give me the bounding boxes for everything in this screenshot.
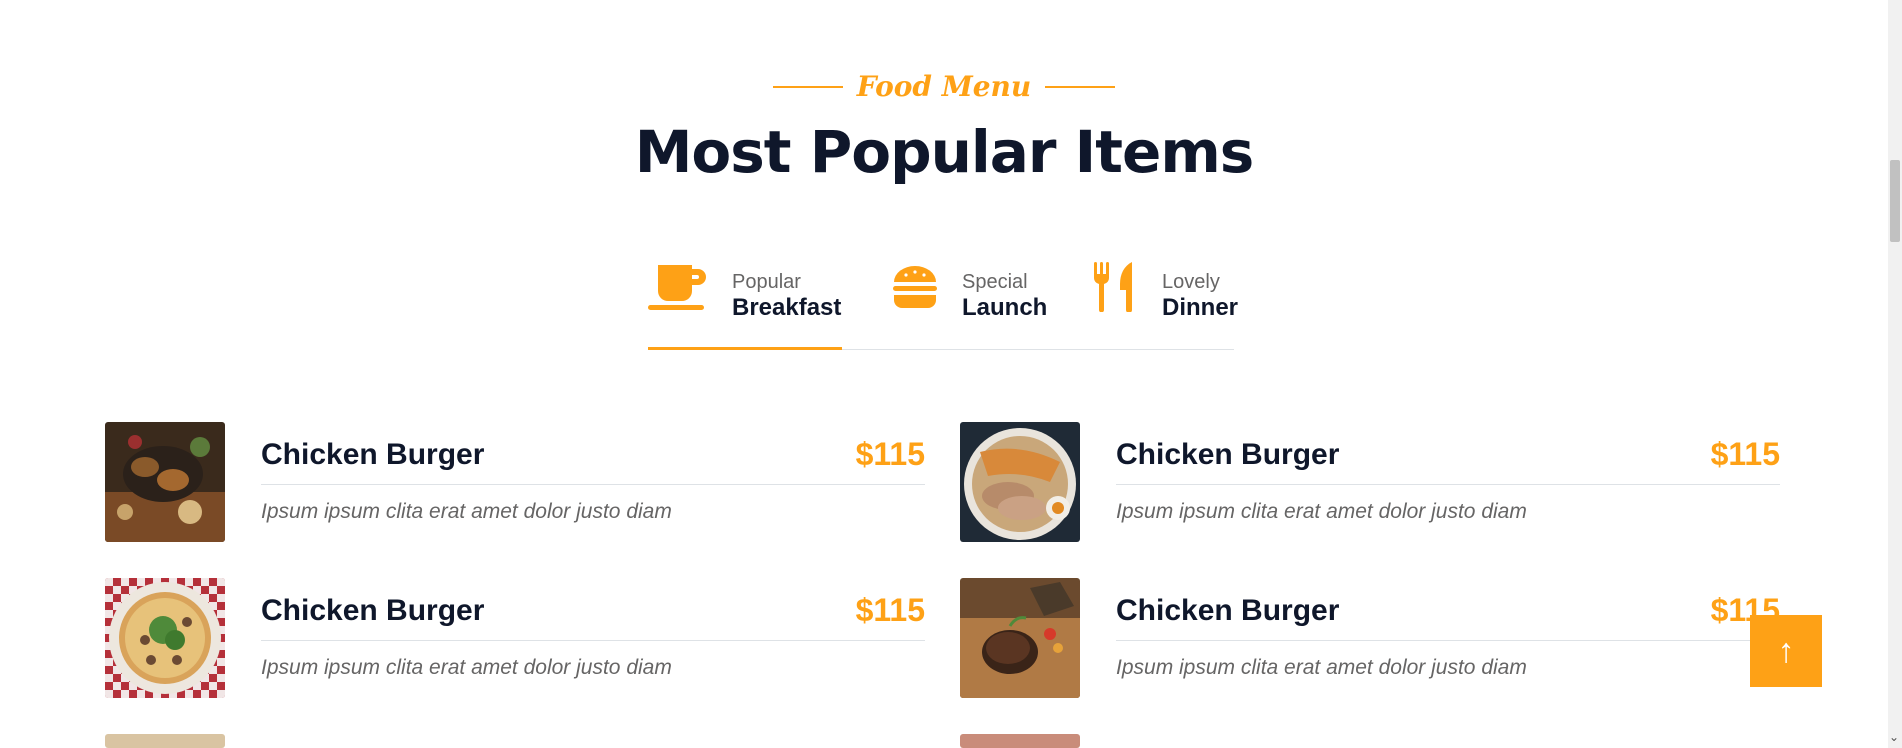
item-price: $115 bbox=[855, 436, 925, 472]
food-image-partial bbox=[960, 734, 1080, 748]
section-eyebrow: Food Menu bbox=[0, 70, 1888, 103]
coffee-icon bbox=[648, 262, 708, 312]
menu-item[interactable]: Chicken Burger $115 Ipsum ipsum clita er… bbox=[960, 578, 1780, 698]
tab-big-label: Dinner bbox=[1162, 294, 1239, 321]
menu-item[interactable]: Chicken Burger $115 Ipsum ipsum clita er… bbox=[960, 422, 1780, 542]
food-image bbox=[105, 578, 225, 698]
menu-item[interactable]: Chicken Burger $115 Ipsum ipsum clita er… bbox=[105, 422, 925, 542]
item-divider bbox=[261, 484, 925, 485]
back-to-top-button[interactable]: ↑ bbox=[1750, 615, 1822, 687]
menu-item[interactable]: Chicken Burger $115 Ipsum ipsum clita er… bbox=[105, 578, 925, 698]
item-name: Chicken Burger bbox=[1116, 594, 1340, 627]
scroll-down-icon[interactable]: ⌄ bbox=[1889, 730, 1899, 744]
item-name: Chicken Burger bbox=[261, 438, 485, 471]
tab-small-label: Special bbox=[962, 271, 1028, 293]
tab-dinner[interactable]: Lovely Dinner bbox=[1092, 262, 1238, 350]
eyebrow-line-left bbox=[772, 85, 843, 88]
eyebrow-line-right bbox=[1045, 85, 1116, 88]
item-divider bbox=[1116, 484, 1780, 485]
item-divider bbox=[1116, 640, 1780, 641]
item-description: Ipsum ipsum clita erat amet dolor justo … bbox=[261, 500, 672, 523]
item-description: Ipsum ipsum clita erat amet dolor justo … bbox=[1116, 500, 1527, 523]
section-title: Most Popular Items bbox=[634, 118, 1255, 186]
item-price: $115 bbox=[1710, 436, 1780, 472]
item-divider bbox=[261, 640, 925, 641]
menu-section: Food Menu Most Popular Items Popular Bre… bbox=[0, 0, 1888, 748]
tab-big-label: Launch bbox=[962, 294, 1048, 321]
tab-big-label: Breakfast bbox=[732, 294, 842, 321]
utensils-icon bbox=[1092, 262, 1138, 312]
food-image bbox=[960, 422, 1080, 542]
tab-launch[interactable]: Special Launch bbox=[892, 262, 1048, 350]
scrollbar-thumb[interactable] bbox=[1890, 160, 1900, 242]
arrow-up-icon: ↑ bbox=[1777, 631, 1795, 670]
eyebrow-text: Food Menu bbox=[856, 70, 1032, 103]
tab-small-label: Popular bbox=[732, 271, 801, 293]
tab-breakfast[interactable]: Popular Breakfast bbox=[648, 262, 842, 350]
item-price: $115 bbox=[855, 592, 925, 628]
page-scrollbar[interactable]: ⌄ bbox=[1888, 0, 1902, 748]
food-image-partial bbox=[105, 734, 225, 748]
item-description: Ipsum ipsum clita erat amet dolor justo … bbox=[261, 656, 672, 679]
item-name: Chicken Burger bbox=[1116, 438, 1340, 471]
menu-tabs: Popular Breakfast Special Launch Lovely … bbox=[648, 262, 1238, 350]
hamburger-icon bbox=[892, 262, 952, 312]
tab-small-label: Lovely bbox=[1162, 271, 1220, 293]
food-image bbox=[105, 422, 225, 542]
item-description: Ipsum ipsum clita erat amet dolor justo … bbox=[1116, 656, 1527, 679]
item-name: Chicken Burger bbox=[261, 594, 485, 627]
food-image bbox=[960, 578, 1080, 698]
